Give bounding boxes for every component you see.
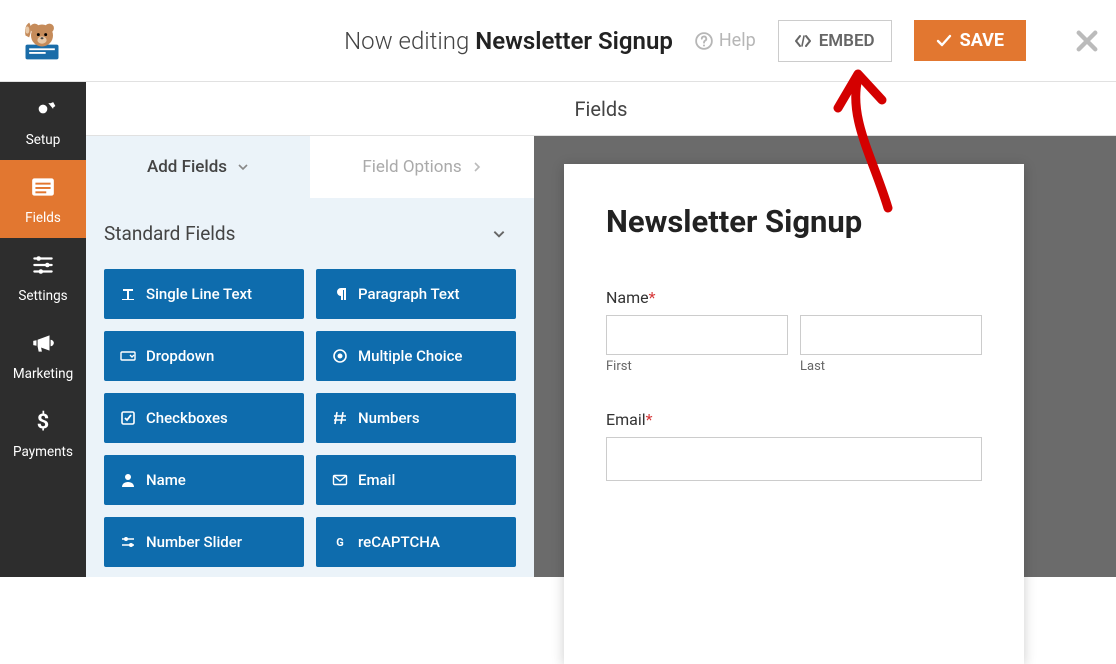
embed-button[interactable]: EMBED	[778, 20, 892, 62]
sidebar-item-fields[interactable]: Fields	[0, 160, 86, 238]
first-name-input[interactable]	[606, 315, 788, 355]
help-icon	[695, 32, 713, 50]
chevron-right-icon	[472, 161, 482, 173]
form-title: Newsletter Signup	[606, 204, 982, 240]
section-standard-fields[interactable]: Standard Fields	[104, 222, 516, 245]
checkbox-icon	[120, 410, 136, 426]
check-icon	[936, 33, 952, 49]
code-icon	[795, 33, 811, 49]
dropdown-icon	[120, 348, 136, 364]
list-icon	[30, 174, 56, 200]
last-name-sublabel: Last	[800, 359, 982, 374]
name-field-label: Name*	[606, 288, 982, 307]
help-link[interactable]: Help	[695, 30, 756, 51]
field-name[interactable]: Name	[104, 455, 304, 505]
sidebar-item-settings[interactable]: Settings	[0, 238, 86, 316]
field-recaptcha[interactable]: GreCAPTCHA	[316, 517, 516, 567]
chevron-down-icon	[237, 161, 249, 173]
close-icon	[1076, 30, 1098, 52]
fields-panel: Add Fields Field Options Standard Fields	[86, 136, 534, 577]
first-name-sublabel: First	[606, 359, 788, 374]
user-icon	[120, 472, 136, 488]
save-button[interactable]: SAVE	[914, 20, 1026, 61]
paragraph-icon	[332, 286, 348, 302]
email-input[interactable]	[606, 437, 982, 481]
tab-field-options[interactable]: Field Options	[310, 136, 534, 198]
sidebar-item-setup[interactable]: Setup	[0, 82, 86, 160]
field-number-slider[interactable]: Number Slider	[104, 517, 304, 567]
bullhorn-icon	[30, 330, 56, 356]
field-checkboxes[interactable]: Checkboxes	[104, 393, 304, 443]
last-name-input[interactable]	[800, 315, 982, 355]
left-sidebar: Setup Fields Settings Marketing $ Paymen…	[0, 82, 86, 577]
dollar-icon: $	[30, 408, 56, 434]
sidebar-item-payments[interactable]: $ Payments	[0, 394, 86, 472]
text-icon	[120, 286, 136, 302]
gear-icon	[30, 96, 56, 122]
radio-icon	[332, 348, 348, 364]
app-logo	[18, 17, 66, 65]
now-editing-text: Now editing Newsletter Signup	[344, 27, 673, 55]
tab-add-fields[interactable]: Add Fields	[86, 136, 310, 198]
email-field-label: Email*	[606, 410, 982, 429]
svg-text:G: G	[336, 536, 344, 549]
field-paragraph-text[interactable]: Paragraph Text	[316, 269, 516, 319]
chevron-down-icon	[492, 227, 506, 241]
sliders-icon	[30, 252, 56, 278]
preview-panel: Newsletter Signup Name* First Last Email…	[534, 136, 1116, 577]
recaptcha-icon: G	[332, 534, 348, 550]
form-preview[interactable]: Newsletter Signup Name* First Last Email…	[564, 164, 1024, 664]
close-button[interactable]	[1076, 22, 1098, 60]
sidebar-item-marketing[interactable]: Marketing	[0, 316, 86, 394]
panel-title: Fields	[86, 82, 1116, 136]
svg-text:$: $	[37, 410, 49, 434]
field-multiple-choice[interactable]: Multiple Choice	[316, 331, 516, 381]
field-numbers[interactable]: Numbers	[316, 393, 516, 443]
field-dropdown[interactable]: Dropdown	[104, 331, 304, 381]
field-email[interactable]: Email	[316, 455, 516, 505]
hash-icon	[332, 410, 348, 426]
field-single-line-text[interactable]: Single Line Text	[104, 269, 304, 319]
envelope-icon	[332, 472, 348, 488]
slider-icon	[120, 534, 136, 550]
top-bar: Now editing Newsletter Signup Help EMBED…	[0, 0, 1116, 82]
